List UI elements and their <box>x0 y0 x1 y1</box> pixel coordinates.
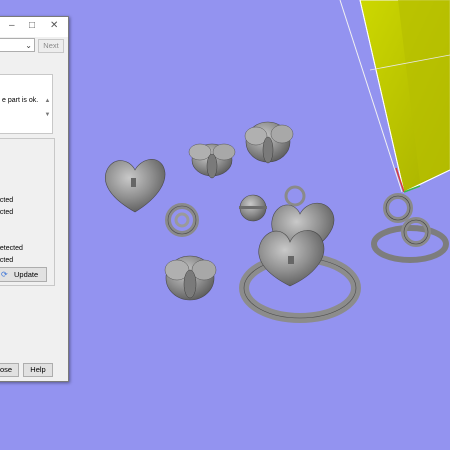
next-button[interactable]: Next <box>38 39 64 53</box>
result-item: ected <box>0 209 14 216</box>
help-button[interactable]: Help <box>23 363 53 377</box>
scroll-down-icon[interactable]: ▼ <box>43 111 52 119</box>
build-volume <box>339 0 450 193</box>
status-message-box: e part is ok. ▲ ▼ <box>0 74 53 134</box>
close-button[interactable]: ose <box>0 363 19 377</box>
check-results-group: d d ected ected d detected ected ected <box>0 138 55 286</box>
dialog-titlebar: – □ ✕ <box>0 17 68 37</box>
bee-charm-model[interactable] <box>188 143 236 179</box>
bead-model[interactable] <box>239 194 267 222</box>
message-scrollbar[interactable]: ▲ ▼ <box>43 97 52 127</box>
chevron-down-icon: ⌄ <box>25 41 32 50</box>
update-button-label: Update <box>14 270 39 279</box>
maximize-button[interactable]: □ <box>29 20 35 32</box>
logo-charm-model[interactable] <box>165 203 199 237</box>
result-item: ected <box>0 197 14 204</box>
minimize-button[interactable]: – <box>9 20 15 32</box>
bee-charm-model[interactable] <box>244 121 294 164</box>
scroll-up-icon[interactable]: ▲ <box>43 97 52 105</box>
refresh-icon: ⟳ <box>1 270 8 279</box>
bee-charm-model[interactable] <box>164 255 217 301</box>
result-item: detected <box>0 245 23 252</box>
heart-charm-model[interactable] <box>105 159 166 213</box>
result-item: ected <box>0 257 14 264</box>
update-button[interactable]: ⟳ Update <box>0 267 47 282</box>
analysis-dialog: – □ ✕ ⌄ Next e part is ok. ▲ ▼ d d ected… <box>0 16 69 382</box>
status-message: e part is ok. <box>2 97 39 104</box>
logo-ring-model[interactable] <box>371 193 449 263</box>
part-selector-dropdown[interactable]: ⌄ <box>0 38 35 52</box>
close-window-button[interactable]: ✕ <box>50 20 58 32</box>
